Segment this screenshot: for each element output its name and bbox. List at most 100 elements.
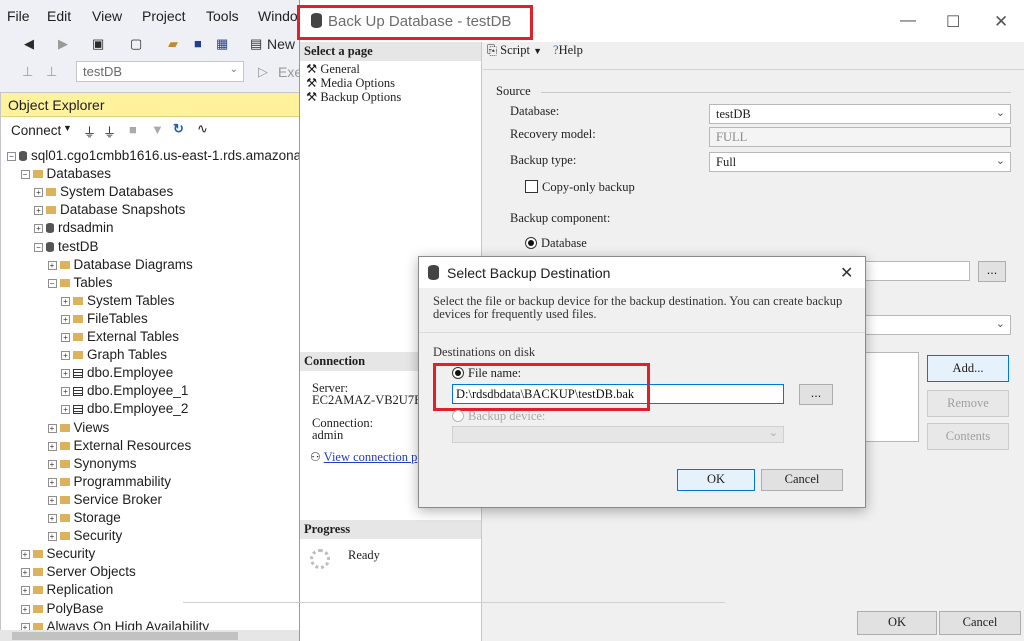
expand-icon[interactable]: + <box>47 477 57 487</box>
contents-button[interactable]: Contents <box>927 423 1009 450</box>
tree-item[interactable]: + Database Snapshots <box>34 201 185 219</box>
menu-file[interactable]: File <box>7 8 30 24</box>
collapse-icon[interactable]: − <box>20 170 30 180</box>
expand-icon[interactable]: + <box>61 333 70 342</box>
expand-icon[interactable]: + <box>47 532 57 542</box>
tree-item[interactable]: + Server Objects <box>20 563 136 581</box>
save-all-icon[interactable]: ▦ <box>216 36 228 52</box>
backup-type-combo[interactable]: Full ⌄ <box>709 152 1011 172</box>
expand-icon[interactable]: + <box>61 314 70 324</box>
collapse-icon[interactable]: − <box>7 152 16 161</box>
help-button[interactable]: ?Help <box>553 43 583 58</box>
menu-edit[interactable]: Edit <box>47 8 71 24</box>
tree-item[interactable]: + Storage <box>47 509 121 527</box>
connect-dropdown-icon[interactable]: ▼ <box>63 123 72 133</box>
expand-icon[interactable]: + <box>47 423 57 433</box>
new-project-icon[interactable]: ▣ <box>92 36 104 52</box>
menu-project[interactable]: Project <box>142 8 186 24</box>
page-backup-options[interactable]: ⚒ Backup Options <box>306 89 401 105</box>
tree-item[interactable]: + Synonyms <box>47 455 137 473</box>
connect-icon[interactable]: ⊥ <box>22 64 33 80</box>
open-folder-icon[interactable]: ▰ <box>168 36 178 52</box>
script-button[interactable]: ⎘ Script ▼ <box>487 43 542 58</box>
tree-item[interactable]: − Tables <box>47 274 113 292</box>
disconnect-icon[interactable]: ⏚ <box>103 122 116 141</box>
expand-icon[interactable]: + <box>20 568 30 578</box>
tree-item[interactable]: + dbo.Employee_1 <box>61 382 188 400</box>
expand-icon[interactable]: + <box>20 604 30 614</box>
minimize-icon[interactable]: — <box>900 12 916 30</box>
expand-icon[interactable]: + <box>61 351 70 361</box>
tree-item[interactable]: + Database Diagrams <box>47 256 193 274</box>
forward-icon[interactable]: ▶ <box>58 36 68 52</box>
available-databases-combo[interactable]: testDB ⌄ <box>76 61 244 82</box>
menu-window[interactable]: Windo <box>258 8 298 24</box>
backup-cancel-button[interactable]: Cancel <box>939 611 1021 635</box>
back-icon[interactable]: ◀ <box>24 36 34 52</box>
back-up-to-combo[interactable]: ⌄ <box>863 315 1011 335</box>
expand-icon[interactable]: + <box>61 296 70 306</box>
tree-item[interactable]: + Security <box>20 545 95 563</box>
tree-item[interactable]: + rdsadmin <box>34 219 114 237</box>
menu-tools[interactable]: Tools <box>206 8 239 24</box>
tree-item[interactable]: + Service Broker <box>47 491 162 509</box>
tree-item[interactable]: + Replication <box>20 581 113 599</box>
tree-item[interactable]: + External Resources <box>47 437 191 455</box>
dialog-ok-button[interactable]: OK <box>677 469 755 491</box>
expand-icon[interactable]: + <box>47 441 57 451</box>
filter-icon[interactable]: ▼ <box>151 122 164 137</box>
tree-item[interactable]: + PolyBase <box>20 600 104 618</box>
expand-icon[interactable]: + <box>47 459 57 469</box>
backup-device-radio[interactable]: Backup device: <box>452 409 545 424</box>
close-icon[interactable]: ✕ <box>840 263 853 283</box>
expand-icon[interactable]: + <box>34 206 43 216</box>
tree-item[interactable]: + Views <box>47 419 109 437</box>
database-combo[interactable]: testDB ⌄ <box>709 104 1011 124</box>
tree-item[interactable]: − sql01.cgo1cmbb1616.us-east-1.rds.amazon… <box>7 147 311 165</box>
expand-icon[interactable]: + <box>34 224 43 234</box>
expand-icon[interactable]: + <box>47 495 57 505</box>
tree-item[interactable]: + dbo.Employee <box>61 364 173 382</box>
connect-icon[interactable]: ⏚ <box>83 122 96 141</box>
maximize-icon[interactable]: ☐ <box>946 12 960 32</box>
remove-destination-button[interactable]: Remove <box>927 390 1009 417</box>
save-icon[interactable]: ■ <box>194 36 202 51</box>
expand-icon[interactable]: + <box>20 550 30 560</box>
close-icon[interactable]: ✕ <box>994 12 1008 32</box>
tree-item[interactable]: − Databases <box>20 165 111 183</box>
activity-monitor-icon[interactable]: ∿ <box>197 121 208 137</box>
browse-button[interactable]: ... <box>978 261 1006 282</box>
collapse-icon[interactable]: − <box>47 278 57 288</box>
expand-icon[interactable]: + <box>47 260 57 270</box>
file-browse-button[interactable]: ... <box>799 384 833 405</box>
expand-icon[interactable]: + <box>47 514 57 523</box>
expand-icon[interactable]: + <box>61 405 70 415</box>
tree-item[interactable]: + Programmability <box>47 473 171 491</box>
stop-icon[interactable]: ■ <box>129 122 137 137</box>
execute-icon[interactable]: ▷ <box>258 64 268 80</box>
refresh-icon[interactable]: ↻ <box>173 121 184 137</box>
destination-list[interactable] <box>863 352 919 442</box>
add-destination-button[interactable]: Add... <box>927 355 1009 382</box>
tree-item[interactable]: + dbo.Employee_2 <box>61 400 188 418</box>
backup-set-name-field[interactable] <box>863 261 970 281</box>
change-connection-icon[interactable]: ⊥ <box>46 64 57 80</box>
tree-item[interactable]: − testDB <box>34 238 99 256</box>
expand-icon[interactable]: + <box>61 387 70 397</box>
tree-item[interactable]: + System Tables <box>61 292 175 310</box>
dialog-cancel-button[interactable]: Cancel <box>761 469 843 491</box>
expand-icon[interactable]: + <box>20 586 30 596</box>
backup-ok-button[interactable]: OK <box>857 611 937 635</box>
tree-item[interactable]: + FileTables <box>61 310 148 328</box>
tree-item[interactable]: + External Tables <box>61 328 179 346</box>
add-item-icon[interactable]: ▢ <box>130 36 142 52</box>
component-database-radio[interactable]: Database <box>525 236 587 251</box>
tree-item[interactable]: + Graph Tables <box>61 346 167 364</box>
view-connection-link[interactable]: ⚇ View connection p <box>310 450 417 465</box>
new-query-icon[interactable]: ▤ <box>250 36 262 52</box>
tree-item[interactable]: + Security <box>47 527 122 545</box>
menu-view[interactable]: View <box>92 8 122 24</box>
tree-item[interactable]: + System Databases <box>34 183 173 201</box>
expand-icon[interactable]: + <box>61 369 70 379</box>
connect-button[interactable]: Connect <box>11 123 61 138</box>
